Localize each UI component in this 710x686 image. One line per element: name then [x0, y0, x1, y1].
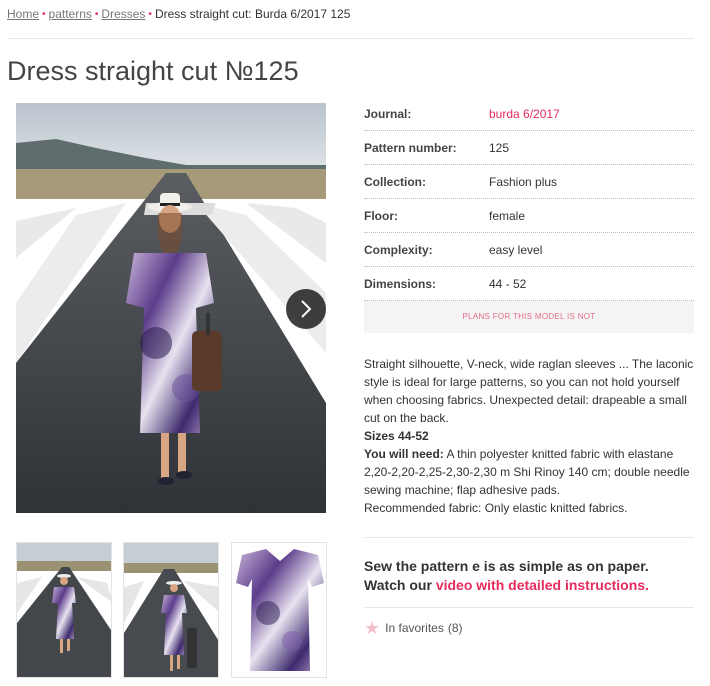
spec-row-floor: Floor: female — [364, 199, 694, 233]
spec-row-complexity: Complexity: easy level — [364, 233, 694, 267]
description-text: Straight silhouette, V-neck, wide raglan… — [364, 357, 694, 425]
spec-value: Fashion plus — [489, 174, 558, 189]
video-promo: Sew the pattern e is as simple as on pap… — [364, 557, 698, 595]
specs-table: Journal: burda 6/2017 Pattern number: 12… — [364, 97, 694, 301]
you-will-need-label: You will need: — [364, 447, 444, 461]
video-promo-prefix: Watch our — [364, 577, 436, 593]
divider — [7, 38, 694, 39]
spec-label: Journal: — [364, 106, 412, 121]
spec-value: 125 — [489, 140, 510, 155]
video-instructions-link[interactable]: video with detailed instructions. — [436, 577, 649, 593]
main-product-photo[interactable] — [16, 103, 326, 513]
favorites-button[interactable]: ★ In favorites (8) — [364, 619, 463, 637]
breadcrumb-dresses-link[interactable]: Dresses — [101, 7, 145, 21]
divider — [364, 537, 694, 538]
star-icon: ★ — [364, 618, 381, 638]
journal-link[interactable]: burda 6/2017 — [489, 107, 560, 121]
thumbnail-image — [232, 543, 326, 677]
breadcrumb-home-link[interactable]: Home — [7, 7, 39, 21]
spec-label: Complexity: — [364, 242, 433, 257]
spec-value: easy level — [489, 242, 543, 257]
page-title: Dress straight cut №125 — [7, 56, 299, 86]
spec-label: Collection: — [364, 174, 426, 189]
next-image-button[interactable] — [286, 289, 326, 329]
recommended-fabric-text: Recommended fabric: Only elastic knitted… — [364, 501, 628, 515]
breadcrumb: Home • patterns • Dresses • Dress straight cut… — [7, 7, 350, 21]
thumbnail-image — [17, 543, 111, 677]
video-promo-line1: Sew the pattern e is as simple as on pap… — [364, 558, 649, 574]
chevron-right-icon — [301, 300, 312, 318]
spec-row-journal: Journal: burda 6/2017 — [364, 97, 694, 131]
breadcrumb-current: Dress straight cut: Burda 6/2017 125 — [154, 7, 351, 21]
thumbnail-3[interactable] — [231, 542, 327, 678]
spec-row-pattern-number: Pattern number: 125 — [364, 131, 694, 165]
thumbnail-image — [124, 543, 218, 677]
description: Straight silhouette, V-neck, wide raglan… — [364, 355, 698, 517]
thumbnail-1[interactable] — [16, 542, 112, 678]
spec-label: Dimensions: — [364, 276, 437, 291]
breadcrumb-separator: • — [148, 9, 152, 20]
sizes-text: Sizes 44-52 — [364, 429, 429, 443]
spec-label: Floor: — [364, 208, 398, 223]
breadcrumb-patterns-link[interactable]: patterns — [49, 7, 92, 21]
breadcrumb-separator: • — [94, 9, 99, 20]
divider — [364, 607, 694, 608]
plans-notice: PLANS FOR THIS MODEL IS NOT — [364, 301, 694, 333]
spec-label: Pattern number: — [364, 140, 457, 155]
favorites-label: In favorites — [385, 621, 444, 635]
spec-row-collection: Collection: Fashion plus — [364, 165, 694, 199]
runway-photo-illustration — [16, 103, 326, 513]
spec-value: 44 - 52 — [489, 276, 527, 291]
spec-value: female — [489, 208, 526, 223]
thumbnail-2[interactable] — [123, 542, 219, 678]
favorites-count: (8) — [447, 621, 463, 635]
breadcrumb-separator: • — [42, 9, 46, 20]
spec-row-dimensions: Dimensions: 44 - 52 — [364, 267, 694, 301]
